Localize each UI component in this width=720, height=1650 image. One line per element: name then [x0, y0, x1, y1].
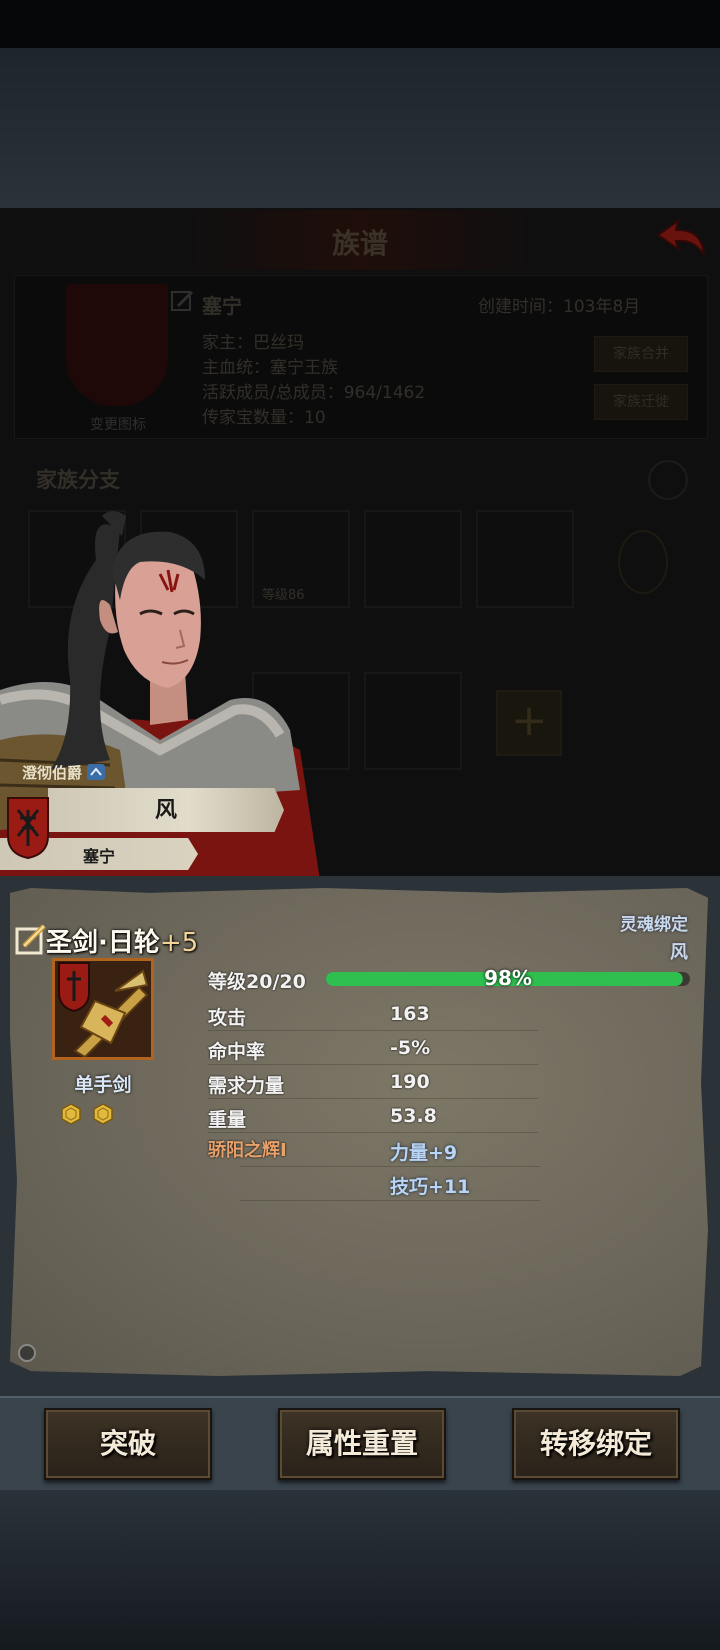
rivet-icon: [18, 1344, 36, 1362]
transfer-binding-button[interactable]: 转移绑定: [512, 1408, 680, 1480]
enhance-level: +5: [159, 928, 199, 958]
rank-row: 澄彻伯爵: [22, 762, 106, 786]
bind-status: 灵魂绑定: [620, 915, 688, 935]
stat-value-hit-rate: -5%: [390, 1037, 431, 1059]
top-band: [0, 0, 720, 48]
background-upper: [0, 48, 720, 208]
bound-character: 风: [670, 942, 688, 963]
rename-icon[interactable]: [14, 922, 48, 956]
stat-divider: [240, 1166, 540, 1167]
bonus-skill: 技巧+11: [390, 1176, 471, 1198]
gem-slot-icon[interactable]: [92, 1103, 114, 1125]
weapon-name: 圣剑·日轮+5: [46, 928, 199, 958]
stat-value-attack: 163: [390, 1003, 430, 1025]
stat-label-hit-rate: 命中率: [208, 1041, 266, 1063]
stat-divider: [208, 1030, 538, 1031]
stat-value-weight: 53.8: [390, 1105, 437, 1127]
stat-divider: [240, 1200, 540, 1201]
character-crest-icon: [7, 797, 49, 860]
weapon-type: 单手剑: [74, 1074, 132, 1096]
character-name: 风: [154, 798, 177, 823]
weapon-icon[interactable]: [52, 958, 154, 1060]
passive-skill-name[interactable]: 骄阳之辉I: [208, 1136, 287, 1162]
stat-divider: [208, 1098, 538, 1099]
stat-label-strength-req: 需求力量: [208, 1075, 285, 1097]
gem-slot-icon[interactable]: [60, 1103, 82, 1125]
rank-label: 澄彻伯爵: [22, 764, 83, 782]
bonus-strength: 力量+9: [390, 1142, 458, 1164]
reset-attributes-button[interactable]: 属性重置: [278, 1408, 446, 1480]
level-label: 等级20/20: [208, 971, 306, 993]
breakthrough-button[interactable]: 突破: [44, 1408, 212, 1480]
stat-divider: [208, 1132, 538, 1133]
rank-up-icon: [87, 764, 106, 780]
stat-divider: [208, 1064, 538, 1065]
stat-label-weight: 重量: [208, 1109, 247, 1131]
stat-value-strength-req: 190: [390, 1071, 430, 1093]
exp-percent: 98%: [484, 966, 532, 990]
stat-label-attack: 攻击: [208, 1007, 247, 1029]
background-lower: [0, 1490, 720, 1650]
